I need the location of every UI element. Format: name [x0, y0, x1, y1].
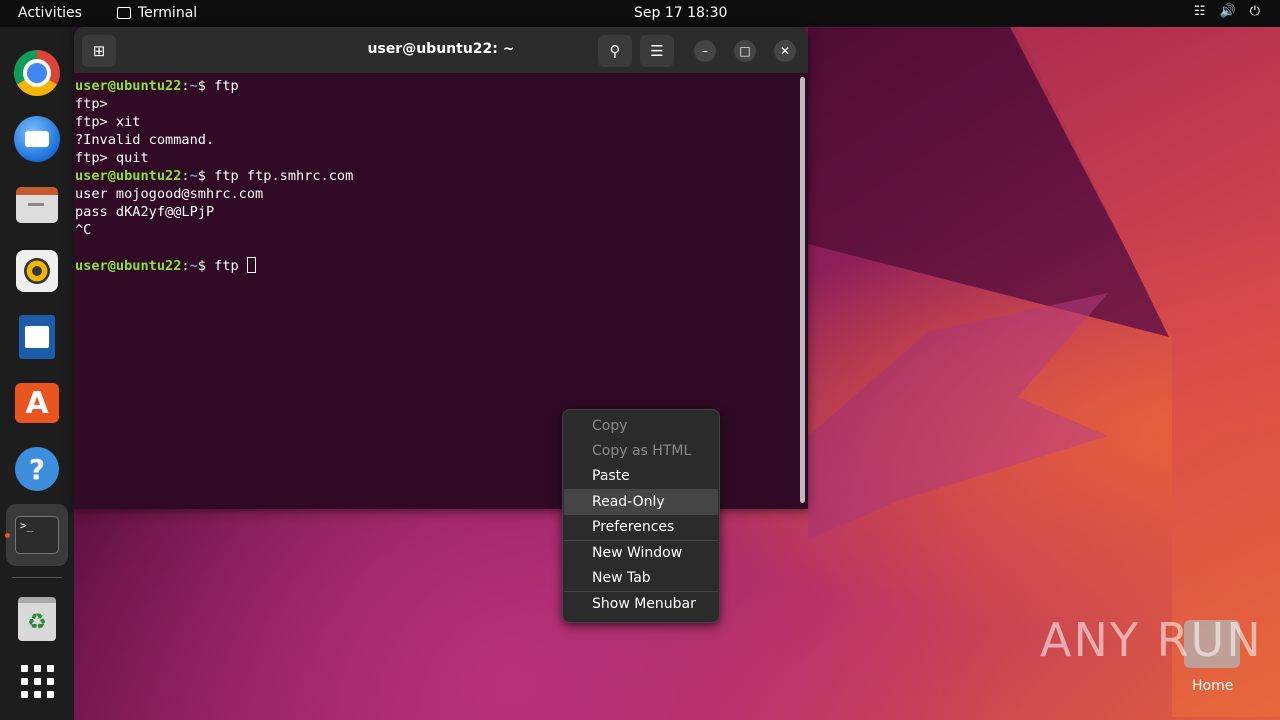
dock-item-app-center[interactable]: A	[13, 379, 61, 427]
dock-item-trash[interactable]: ♻	[13, 595, 61, 643]
rhythmbox-icon	[16, 250, 58, 292]
menu-button[interactable]: ☰	[640, 35, 674, 67]
prompt-symbol: $	[197, 258, 215, 274]
dock-item-terminal[interactable]: >_	[13, 511, 61, 559]
close-button[interactable]: ✕	[774, 40, 796, 62]
terminal-line: ftp> quit	[75, 150, 149, 166]
command-text: ftp	[214, 258, 247, 274]
menu-item-new-tab[interactable]: New Tab	[564, 566, 718, 591]
writer-icon	[19, 315, 55, 359]
menu-item-preferences[interactable]: Preferences	[564, 515, 718, 540]
minimize-button[interactable]: –	[694, 40, 716, 62]
prompt-separator: :	[181, 78, 190, 94]
menu-item-read-only[interactable]: Read-Only	[564, 490, 718, 515]
prompt-symbol: $	[197, 168, 215, 184]
scrollbar[interactable]	[800, 77, 805, 503]
command-text: ftp	[214, 78, 239, 94]
menu-item-show-menubar[interactable]: Show Menubar	[564, 592, 718, 617]
search-icon: ⚲	[609, 42, 621, 60]
power-icon: ⏻	[1249, 4, 1260, 19]
menu-item-copy-as-html[interactable]: Copy as HTML	[564, 439, 718, 464]
terminal-line: ^C	[75, 222, 92, 238]
text-cursor	[246, 257, 256, 273]
terminal-small-icon	[117, 7, 131, 19]
show-apps-button[interactable]	[13, 657, 61, 705]
system-tray[interactable]: ☷ 🔊 ⏻	[1194, 4, 1260, 19]
dock-item-thunderbird[interactable]	[13, 115, 61, 163]
show-apps-icon	[20, 664, 54, 698]
terminal-header[interactable]: ⊞ user@ubuntu22: ~ ⚲ ☰ – □ ✕	[74, 27, 808, 73]
maximize-button[interactable]: □	[734, 40, 756, 62]
app-name: Terminal	[138, 5, 198, 21]
prompt-separator: :	[181, 168, 190, 184]
context-menu: Copy Copy as HTML Paste Read-Only Prefer…	[562, 409, 720, 623]
home-folder-label[interactable]: Home	[1192, 678, 1233, 694]
close-icon: ✕	[779, 44, 791, 58]
dock-separator	[12, 577, 62, 578]
help-icon: ?	[15, 447, 59, 491]
volume-icon: 🔊	[1219, 4, 1236, 19]
prompt-user: user@ubuntu22	[75, 168, 182, 184]
dock-item-rhythmbox[interactable]	[13, 247, 61, 295]
terminal-line: ftp>	[75, 96, 108, 112]
dock-item-writer[interactable]	[13, 313, 61, 361]
prompt-user: user@ubuntu22	[75, 78, 182, 94]
prompt-separator: :	[181, 258, 190, 274]
files-icon	[16, 187, 58, 223]
dock-item-help[interactable]: ?	[13, 445, 61, 493]
prompt-path: ~	[189, 78, 198, 94]
dock: A ? >_ ♻	[0, 27, 74, 720]
terminal-line: user@ubuntu22:~$ ftp	[75, 77, 796, 95]
clock[interactable]: Sep 17 18:30	[634, 5, 727, 21]
app-menu[interactable]: Terminal	[117, 5, 197, 21]
chrome-icon	[14, 50, 60, 96]
prompt-path: ~	[189, 168, 198, 184]
dock-item-chrome[interactable]	[13, 49, 61, 97]
menu-item-new-window[interactable]: New Window	[564, 541, 718, 566]
top-bar: Activities Terminal Sep 17 18:30 ☷ 🔊 ⏻	[0, 0, 1280, 27]
command-text: ftp ftp.smhrc.com	[214, 168, 354, 184]
terminal-line: pass dKA2yf@@LPjP	[75, 204, 215, 220]
watermark: ANY RUN	[1040, 613, 1263, 667]
search-button[interactable]: ⚲	[598, 35, 632, 67]
maximize-icon: □	[739, 44, 751, 58]
terminal-line: user@ubuntu22:~$ ftp ftp.smhrc.com	[75, 167, 796, 185]
terminal-line: user mojogood@smhrc.com	[75, 186, 264, 202]
activities-button[interactable]: Activities	[18, 5, 82, 21]
thunderbird-icon	[14, 116, 60, 162]
prompt-path: ~	[189, 258, 198, 274]
menu-item-paste[interactable]: Paste	[564, 464, 718, 489]
app-center-icon: A	[15, 383, 59, 423]
terminal-line: user@ubuntu22:~$ ftp	[75, 257, 796, 275]
prompt-symbol: $	[197, 78, 215, 94]
terminal-line: ?Invalid command.	[75, 132, 215, 148]
running-indicator	[5, 533, 10, 538]
prompt-user: user@ubuntu22	[75, 258, 182, 274]
trash-icon: ♻	[18, 597, 56, 641]
hamburger-icon: ☰	[650, 42, 664, 60]
terminal-icon: >_	[15, 516, 59, 554]
terminal-line: ftp> xit	[75, 114, 141, 130]
menu-item-copy[interactable]: Copy	[564, 414, 718, 439]
minimize-icon: –	[702, 44, 708, 58]
wallpaper-shape	[808, 293, 1108, 540]
network-icon: ☷	[1193, 4, 1206, 19]
dock-item-files[interactable]	[13, 181, 61, 229]
